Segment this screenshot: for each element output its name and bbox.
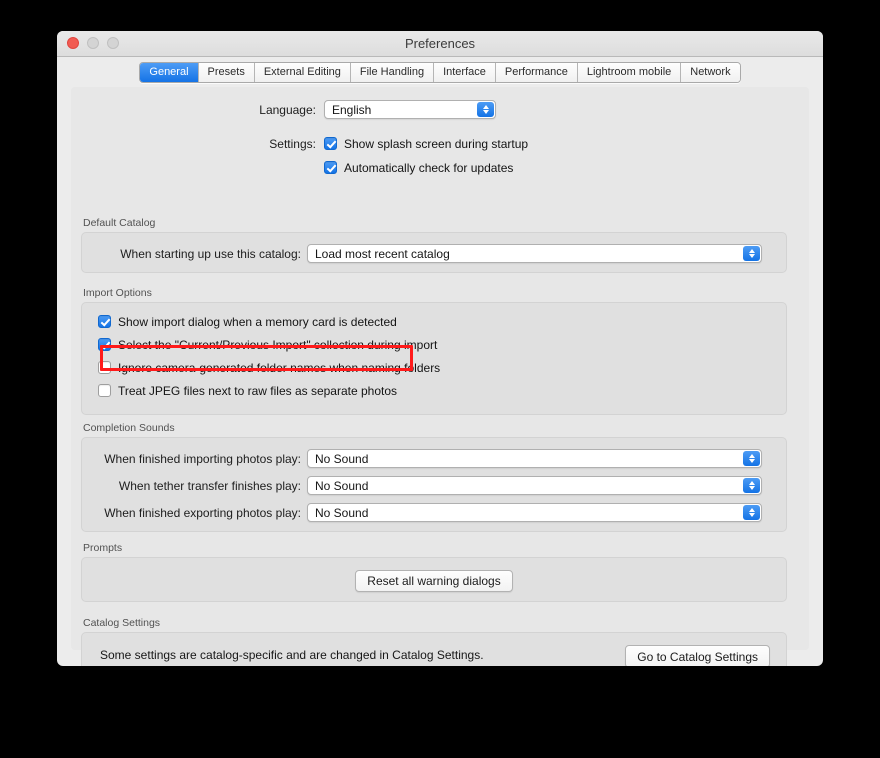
panel-import-options: Show import dialog when a memory card is… [81,302,787,415]
group-title-import-options: Import Options [83,287,152,299]
completion-sound-dropdown-import[interactable]: No Sound [307,449,762,468]
group-title-default-catalog: Default Catalog [83,217,156,229]
checkbox-row-show-import-dialog[interactable]: Show import dialog when a memory card is… [98,313,397,330]
group-title-completion-sounds: Completion Sounds [83,422,175,434]
group-title-catalog-settings: Catalog Settings [83,617,161,629]
default-catalog-label: When starting up use this catalog: [120,246,301,261]
catalog-settings-description: Some settings are catalog-specific and a… [100,648,484,662]
completion-sound-row-import: When finished importing photos play: No … [82,449,786,468]
group-default-catalog: Default Catalog When starting up use thi… [81,217,787,273]
go-to-catalog-settings-button[interactable]: Go to Catalog Settings [625,645,770,666]
checkbox-auto-updates[interactable] [324,161,337,174]
language-value: English [332,102,372,117]
tab-interface[interactable]: Interface [434,62,496,82]
window-title: Preferences [404,36,476,51]
chevron-updown-icon[interactable] [743,451,760,466]
chevron-updown-icon[interactable] [743,505,760,520]
tab-lightroom-mobile[interactable]: Lightroom mobile [577,62,682,82]
checkbox-select-collection[interactable] [98,338,111,351]
language-label: Language: [259,102,316,117]
completion-sound-dropdown-export[interactable]: No Sound [307,503,762,522]
completion-sound-row-export: When finished exporting photos play: No … [82,503,786,522]
checkbox-label-ignore-folder-names: Ignore camera-generated folder names whe… [118,360,441,375]
checkbox-row-treat-jpeg-separate[interactable]: Treat JPEG files next to raw files as se… [98,382,397,399]
checkbox-label-auto-updates: Automatically check for updates [344,160,514,175]
checkbox-splash-screen[interactable] [324,137,337,150]
tab-file-handling[interactable]: File Handling [350,62,435,82]
checkbox-row-select-collection[interactable]: Select the "Current/Previous Import" col… [98,336,437,353]
checkbox-treat-jpeg-separate[interactable] [98,384,111,397]
group-import-options: Import Options Show import dialog when a… [81,287,787,415]
panel-default-catalog: When starting up use this catalog: Load … [81,232,787,273]
reset-warning-dialogs-button[interactable]: Reset all warning dialogs [355,570,513,592]
checkbox-show-import-dialog[interactable] [98,315,111,328]
tab-general[interactable]: General [140,62,199,82]
settings-row-2: Automatically check for updates [71,159,809,176]
tab-presets[interactable]: Presets [198,62,255,82]
default-catalog-row: When starting up use this catalog: Load … [82,244,786,263]
checkbox-label-select-collection: Select the "Current/Previous Import" col… [118,337,438,352]
tab-group: General Presets External Editing File Ha… [139,61,741,83]
default-catalog-dropdown[interactable]: Load most recent catalog [307,244,762,263]
checkbox-row-auto-updates[interactable]: Automatically check for updates [324,159,513,176]
checkbox-ignore-folder-names[interactable] [98,361,111,374]
completion-sound-row-tether: When tether transfer finishes play: No S… [82,476,786,495]
panel-completion-sounds: When finished importing photos play: No … [81,437,787,532]
checkbox-row-ignore-folder-names[interactable]: Ignore camera-generated folder names whe… [98,359,440,376]
tab-bar: General Presets External Editing File Ha… [57,57,823,87]
tab-network[interactable]: Network [681,62,740,82]
language-row: Language: English [71,100,809,119]
checkbox-label-treat-jpeg-separate: Treat JPEG files next to raw files as se… [118,383,398,398]
language-dropdown[interactable]: English [324,100,496,119]
settings-row-1: Settings: Show splash screen during star… [71,135,809,152]
preferences-window: Preferences General Presets External Edi… [57,31,823,666]
completion-sound-label-tether: When tether transfer finishes play: [118,478,301,493]
chevron-updown-icon[interactable] [743,478,760,493]
completion-sound-value-import: No Sound [315,451,369,466]
screen: Preferences General Presets External Edi… [0,0,880,758]
completion-sound-value-export: No Sound [315,505,369,520]
settings-label: Settings: [269,136,316,151]
prompts-button-wrap: Reset all warning dialogs [82,570,786,592]
tab-external-editing[interactable]: External Editing [254,62,351,82]
checkbox-label-show-import-dialog: Show import dialog when a memory card is… [118,314,397,329]
preferences-content: Language: English Settings: Show splash … [71,87,809,666]
default-catalog-value: Load most recent catalog [315,246,450,261]
panel-catalog-settings: Some settings are catalog-specific and a… [81,632,787,666]
group-catalog-settings: Catalog Settings Some settings are catal… [81,617,787,666]
group-title-prompts: Prompts [83,542,123,554]
panel-prompts: Reset all warning dialogs [81,557,787,602]
checkbox-row-splash-screen[interactable]: Show splash screen during startup [324,135,528,152]
chevron-updown-icon[interactable] [477,102,494,117]
chevron-updown-icon[interactable] [743,246,760,261]
tab-performance[interactable]: Performance [495,62,578,82]
window-titlebar: Preferences [57,31,823,57]
completion-sound-value-tether: No Sound [315,478,369,493]
checkbox-label-splash-screen: Show splash screen during startup [344,136,529,151]
group-prompts: Prompts Reset all warning dialogs [81,542,787,602]
completion-sound-label-export: When finished exporting photos play: [104,505,301,520]
group-completion-sounds: Completion Sounds When finished importin… [81,422,787,532]
completion-sound-dropdown-tether[interactable]: No Sound [307,476,762,495]
completion-sound-label-import: When finished importing photos play: [104,451,301,466]
